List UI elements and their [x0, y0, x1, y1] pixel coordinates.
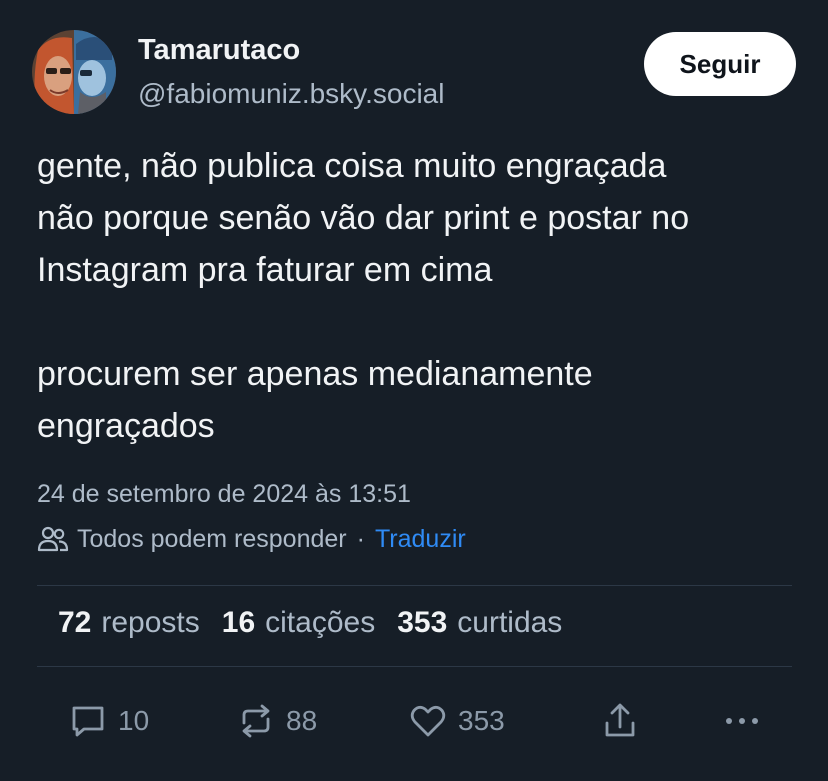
reposts-label[interactable]: reposts: [101, 606, 199, 640]
reply-count: 10: [118, 705, 150, 736]
divider: [37, 585, 792, 586]
people-icon: [37, 525, 69, 553]
post-header: Tamarutaco @fabiomuniz.bsky.social Segui…: [32, 30, 796, 116]
divider: [37, 666, 792, 667]
heart-icon: [410, 705, 446, 737]
action-bar: 10 88 353: [0, 700, 828, 742]
reply-setting-text: Todos podem responder: [77, 524, 347, 553]
reply-settings: Todos podem responder · Traduzir: [37, 522, 466, 556]
reposts-count[interactable]: 72: [58, 606, 91, 640]
share-button[interactable]: [600, 700, 640, 742]
reply-button[interactable]: 10: [68, 700, 149, 742]
like-button[interactable]: 353: [408, 700, 505, 742]
author-handle[interactable]: @fabiomuniz.bsky.social: [138, 78, 444, 110]
author-name[interactable]: Tamarutaco: [138, 34, 300, 67]
post-text: gente, não publica coisa muito engraçada…: [37, 140, 797, 452]
share-icon: [605, 703, 635, 737]
post-text-line: procurem ser apenas medianamente: [37, 355, 593, 393]
quotes-count[interactable]: 16: [222, 606, 255, 640]
follow-button[interactable]: Seguir: [644, 32, 796, 96]
post-text-line: Instagram pra faturar em cima: [37, 251, 493, 289]
repost-icon: [242, 704, 270, 738]
likes-count[interactable]: 353: [397, 606, 447, 640]
post-timestamp: 24 de setembro de 2024 às 13:51: [37, 480, 411, 508]
repost-count: 88: [286, 705, 318, 736]
more-button[interactable]: [722, 700, 762, 742]
engagement-stats: 72 reposts 16 citações 353 curtidas: [58, 606, 584, 640]
post-text-line: gente, não publica coisa muito engraçada: [37, 147, 667, 185]
more-icon: [726, 718, 758, 724]
avatar[interactable]: [32, 30, 116, 114]
reply-icon: [72, 706, 104, 737]
quotes-label[interactable]: citações: [265, 606, 375, 640]
avatar-photo: [32, 30, 116, 114]
separator-dot: ·: [356, 524, 365, 553]
like-count: 353: [458, 705, 505, 736]
post-text-line: não porque senão vão dar print e postar …: [37, 199, 690, 237]
likes-label[interactable]: curtidas: [457, 606, 562, 640]
repost-button[interactable]: 88: [236, 700, 317, 742]
translate-link[interactable]: Traduzir: [375, 525, 466, 554]
post-text-line: engraçados: [37, 407, 215, 445]
